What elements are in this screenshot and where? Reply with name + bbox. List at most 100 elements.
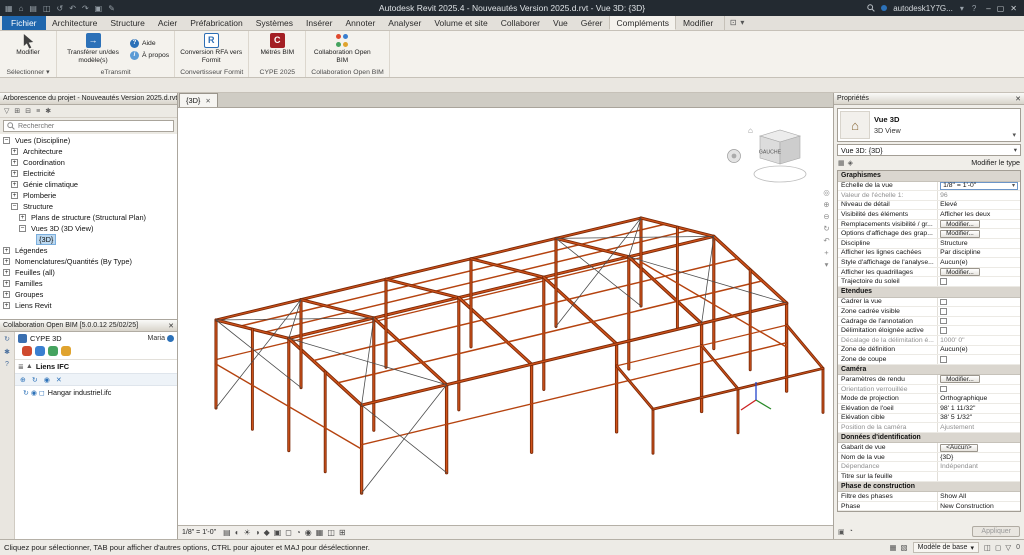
exclude-options-icon[interactable]: ◫	[984, 543, 991, 552]
property-value[interactable]: 38' 5 1/32"	[938, 414, 1020, 423]
temporary-hide-icon[interactable]: ◔	[296, 528, 301, 537]
tab-ins-rer[interactable]: Insérer	[300, 15, 339, 30]
ribbon-button-help[interactable]: ? Aide	[130, 38, 169, 48]
expand-icon[interactable]: +	[3, 291, 10, 298]
crop-view-icon[interactable]: ▣	[274, 528, 282, 537]
modify-button[interactable]: Modifier...	[940, 229, 980, 238]
property-value[interactable]: 1000' 0"	[938, 336, 1020, 345]
properties-pin-icon[interactable]: ◔	[849, 528, 853, 536]
ifc-visibility-icon[interactable]: ◉	[44, 376, 50, 384]
property-section-header[interactable]: Caméra	[838, 364, 1020, 376]
reveal-hidden-icon[interactable]: ◉	[305, 528, 312, 537]
file-box-icon[interactable]: ◻	[39, 389, 45, 397]
type-selector-caret-icon[interactable]: ▾	[1010, 131, 1018, 139]
apply-button[interactable]: Appliquer	[972, 526, 1020, 537]
close-icon[interactable]: ✕	[1012, 95, 1021, 103]
instance-selector[interactable]: Vue 3D: {3D} ▾	[837, 144, 1021, 156]
tab-modifier[interactable]: Modifier	[676, 15, 719, 30]
search-input[interactable]	[18, 122, 170, 130]
property-value[interactable]: Ajustement	[938, 423, 1020, 432]
ifc-update-icon[interactable]: ↻	[32, 376, 38, 384]
expand-icon[interactable]: +	[11, 159, 18, 166]
expand-icon[interactable]: +	[3, 280, 10, 287]
tree-item[interactable]: + Familles	[0, 278, 177, 289]
modify-pen-icon[interactable]: ✎	[107, 4, 116, 13]
property-value[interactable]: Elevé	[938, 201, 1020, 210]
ribbon-button-openbim[interactable]: Collaboration Open BIM	[309, 32, 375, 66]
value-dropdown[interactable]: 1/8" = 1'-0" ▾	[940, 181, 1018, 190]
property-value[interactable]: 1/8" = 1'-0" ▾	[938, 181, 1020, 191]
tab-architecture[interactable]: Architecture	[46, 15, 104, 30]
property-value[interactable]: Aucun(e)	[938, 258, 1020, 267]
home-icon[interactable]: ⌂	[18, 4, 25, 13]
property-value[interactable]: Show All	[938, 492, 1020, 501]
expand-icon[interactable]: +	[3, 269, 10, 276]
expand-icon[interactable]: +	[11, 181, 18, 188]
links-up-icon[interactable]: ▲	[26, 363, 33, 371]
property-section-header[interactable]: Phase de construction	[838, 481, 1020, 493]
search-box[interactable]	[3, 120, 174, 132]
tree-item[interactable]: {3D}	[0, 234, 177, 245]
collapse-icon[interactable]: −	[11, 203, 18, 210]
tree-item[interactable]: + Liens Revit	[0, 300, 177, 311]
view-scale[interactable]: 1/8" = 1'-0"	[182, 529, 219, 536]
property-section-header[interactable]: Graphismes	[838, 171, 1020, 182]
crop-visibility-icon[interactable]: ◻	[285, 528, 292, 537]
tree-item[interactable]: + Coordination	[0, 157, 177, 168]
redo-icon[interactable]: ↷	[81, 4, 90, 13]
property-value[interactable]: 98' 1 11/32"	[938, 404, 1020, 413]
edit-family-icon[interactable]: ▦	[838, 159, 845, 167]
property-value[interactable]: Indépendant	[938, 462, 1020, 471]
account-name[interactable]: autodesk1Y7G...	[893, 4, 953, 13]
select-links-icon[interactable]: ◻	[995, 543, 1001, 552]
tab-structure[interactable]: Structure	[104, 15, 152, 30]
shadows-icon[interactable]: ◑	[255, 528, 260, 537]
expand-icon[interactable]: +	[3, 258, 10, 265]
account-caret-icon[interactable]: ▾	[959, 4, 965, 13]
property-value[interactable]	[938, 385, 1020, 394]
tab-syst-mes[interactable]: Systèmes	[249, 15, 299, 30]
modify-button[interactable]: Modifier...	[940, 220, 980, 229]
help-icon[interactable]: ?	[971, 4, 977, 13]
filter-icon[interactable]: ▽	[1005, 543, 1011, 552]
nav-more-icon[interactable]: ▾	[825, 260, 829, 269]
save-icon[interactable]: ◫	[42, 4, 52, 13]
ifc-file-item[interactable]: ↻ ◉ ◻ Hangar industriel.ifc	[15, 386, 177, 399]
browser-settings-icon[interactable]: ✱	[45, 107, 51, 115]
zoom-out-icon[interactable]: ⊖	[823, 212, 829, 221]
ribbon-button-cursor[interactable]: Modifier	[3, 32, 53, 66]
close-button[interactable]: ✕	[1007, 4, 1020, 13]
property-value[interactable]: Structure	[938, 239, 1020, 248]
property-value[interactable]: Modifier...	[938, 220, 1020, 229]
zoom-in-icon[interactable]: ⊕	[823, 200, 829, 209]
properties-help-icon[interactable]: ▣	[838, 528, 845, 536]
property-section-header[interactable]: Etendues	[838, 287, 1020, 298]
browser-filter-icon[interactable]: ▽	[4, 107, 9, 115]
tree-item[interactable]: − Vues (Discipline)	[0, 135, 177, 146]
property-value[interactable]	[938, 307, 1020, 316]
tab-pr-fabrication[interactable]: Préfabrication	[184, 15, 249, 30]
property-value[interactable]: Modifier...	[938, 268, 1020, 277]
navigation-wheel-icon[interactable]: ◎	[823, 188, 830, 197]
collab-app-icon-1[interactable]	[22, 346, 32, 356]
close-tab-icon[interactable]: ✕	[205, 97, 210, 105]
tree-item[interactable]: + Plomberie	[0, 190, 177, 201]
visual-style-icon[interactable]: ◐	[235, 528, 240, 537]
ribbon-button-formit[interactable]: R Conversion RFA vers Formit	[178, 32, 244, 66]
view-tab-3d[interactable]: {3D} ✕	[179, 93, 218, 107]
worksharing-display-icon[interactable]: ◫	[327, 528, 335, 537]
tree-item[interactable]: + Nomenclatures/Quantités (By Type)	[0, 256, 177, 267]
modify-button[interactable]: Modifier...	[940, 375, 980, 384]
file-eye-icon[interactable]: ◉	[31, 389, 37, 397]
sun-path-icon[interactable]: ☀	[244, 528, 251, 537]
ifc-import-icon[interactable]: ⊕	[20, 376, 26, 384]
property-value[interactable]: Afficher les deux	[938, 210, 1020, 219]
property-value[interactable]: New Construction	[938, 502, 1020, 511]
sync-icon[interactable]: ↺	[56, 4, 65, 13]
file-sync-icon[interactable]: ↻	[23, 389, 29, 397]
browser-collapse-all-icon[interactable]: ⊟	[25, 107, 31, 115]
tree-item[interactable]: + Architecture	[0, 146, 177, 157]
collab-update-icon[interactable]: ↻	[4, 335, 10, 343]
tree-item[interactable]: − Structure	[0, 201, 177, 212]
tab-fichier[interactable]: Fichier	[2, 15, 46, 30]
